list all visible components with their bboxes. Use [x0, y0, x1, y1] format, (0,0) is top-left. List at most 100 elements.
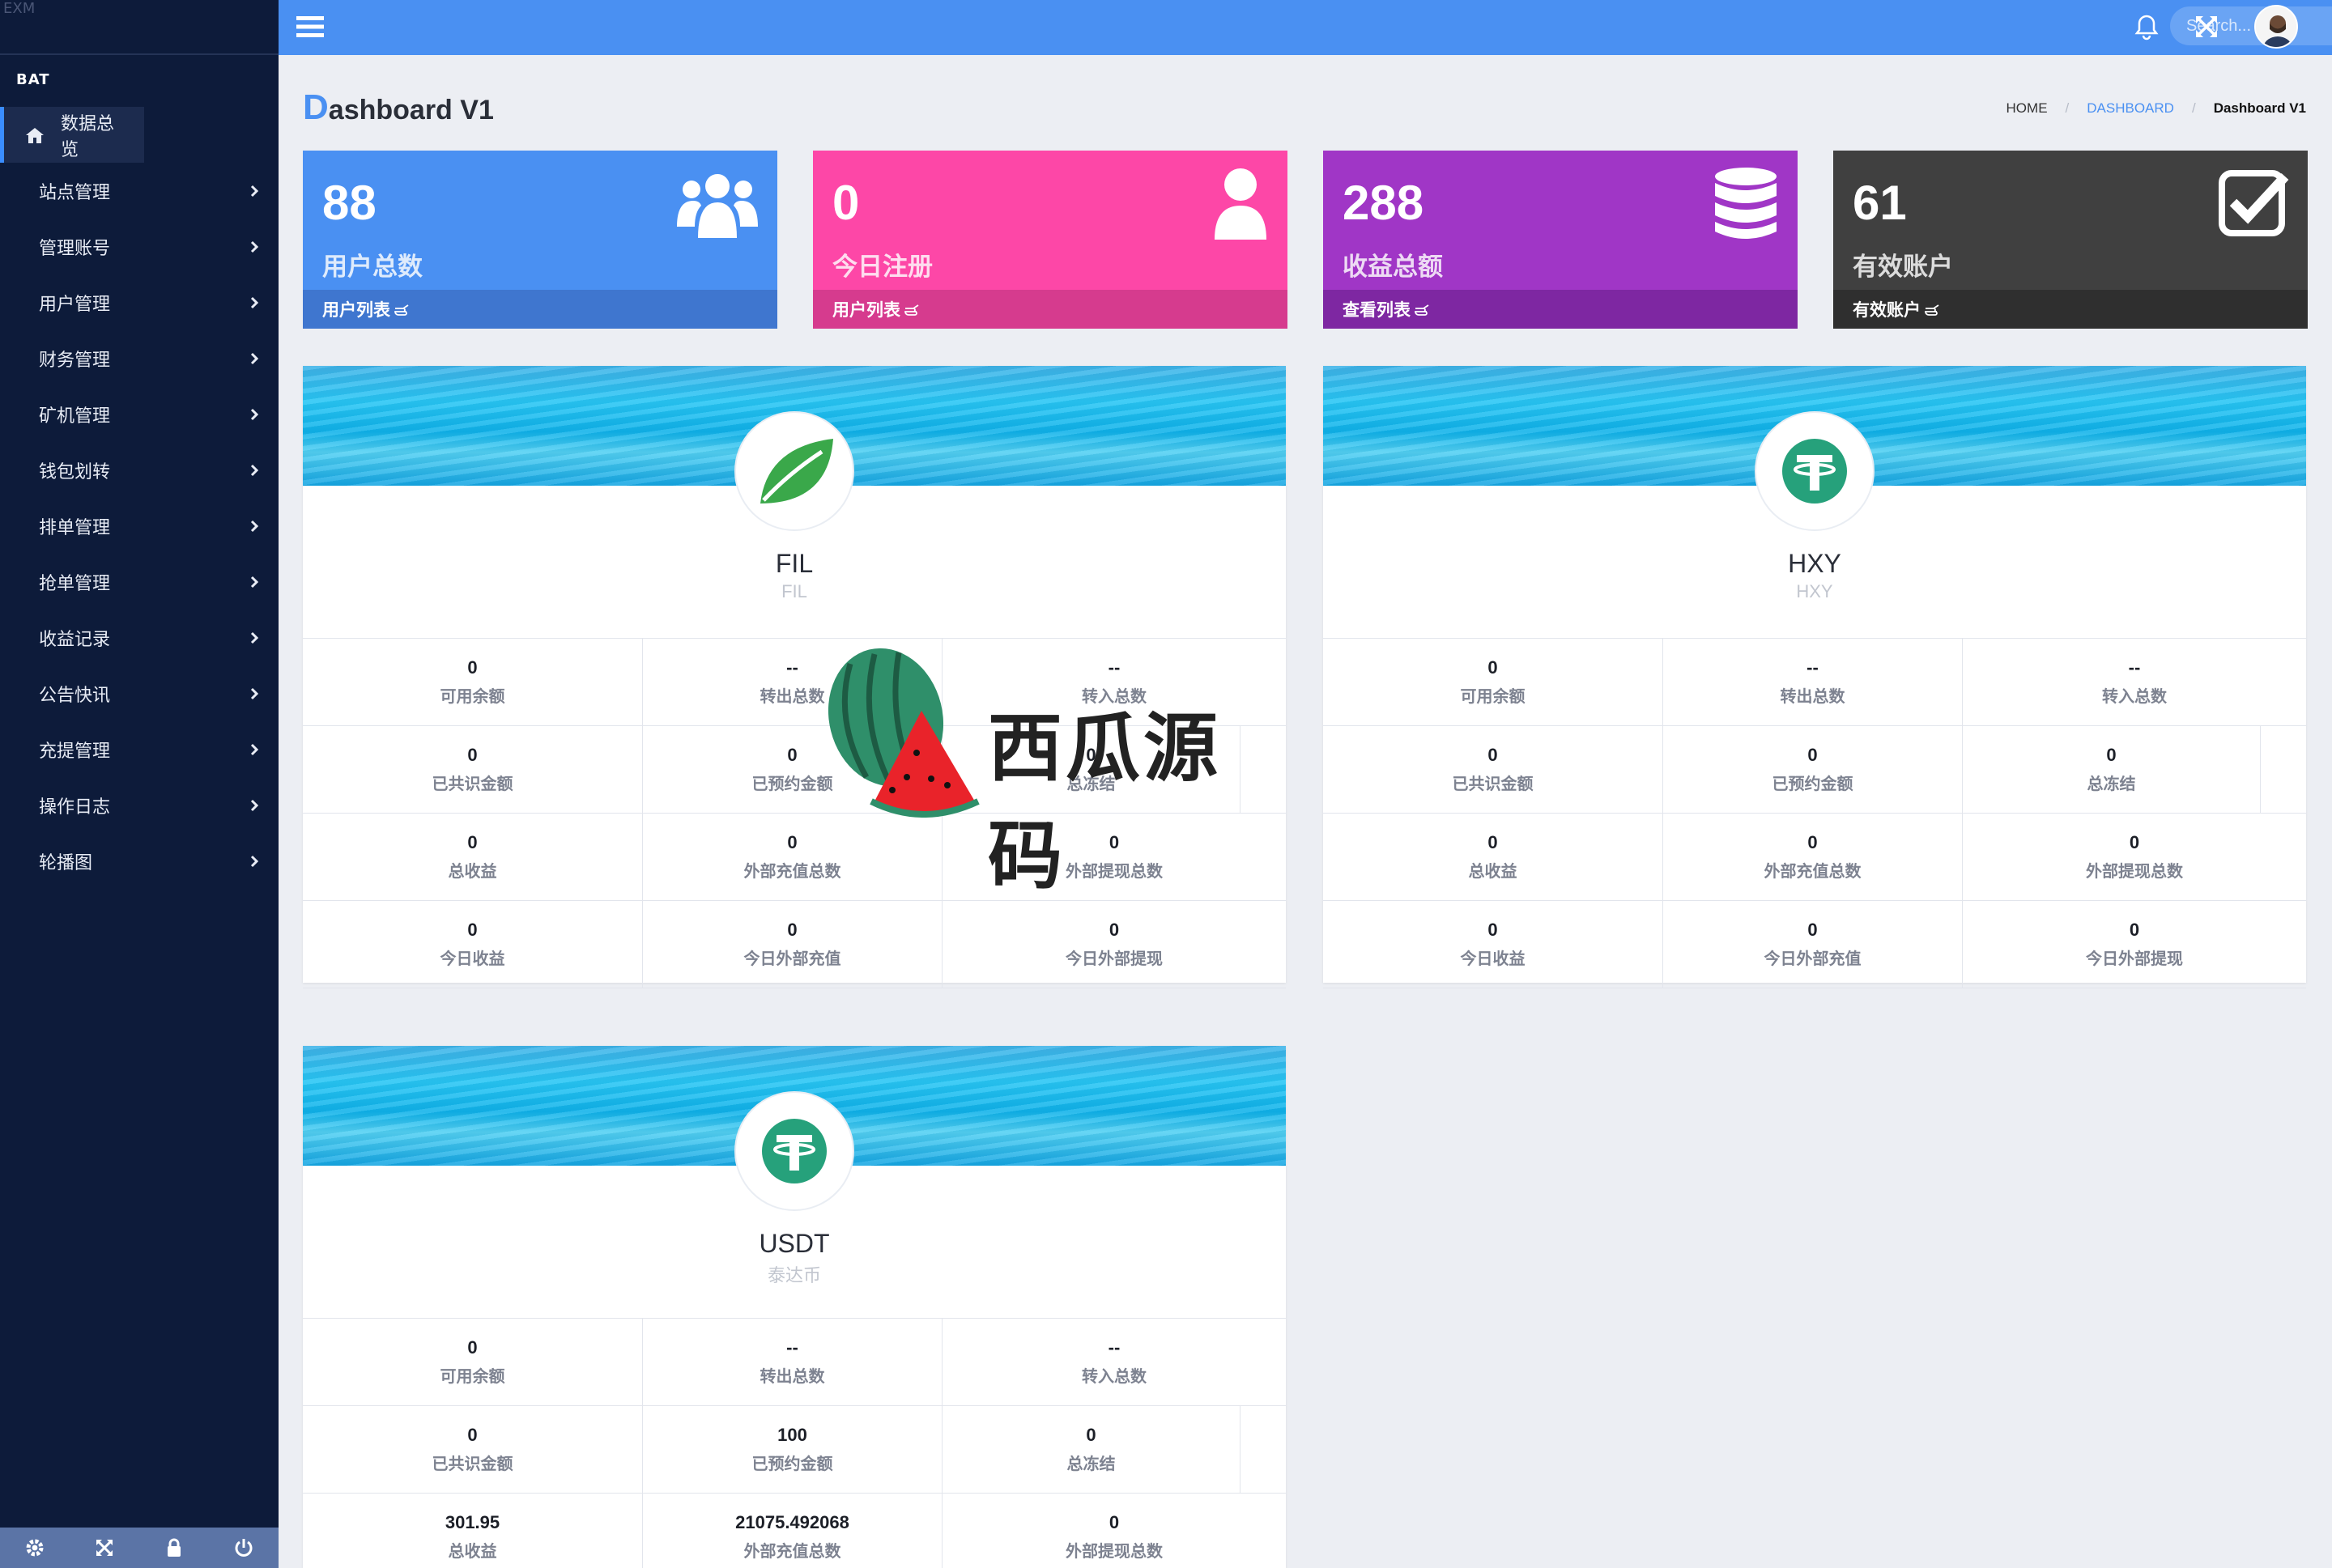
sidebar-item-wallet-transfer[interactable]: 钱包划转 — [0, 442, 279, 498]
cell-label: 外部充值总数 — [743, 861, 841, 881]
bell-icon[interactable] — [2133, 13, 2160, 40]
watermark-text: 西瓜源码 — [988, 705, 1222, 899]
cell-value: 0 — [1807, 920, 1818, 940]
sidebar-item-announcements[interactable]: 公告快讯 — [0, 665, 279, 721]
sidebar-item-earnings[interactable]: 收益记录 — [0, 610, 279, 665]
stat-cell: 0 今日外部充值 — [643, 901, 943, 988]
coin-subtitle: FIL — [781, 581, 807, 601]
cell-value: 0 — [1487, 832, 1498, 852]
cell-value: 0 — [2129, 832, 2140, 852]
coin-name: FIL — [775, 549, 814, 578]
coin-name: HXY — [1788, 549, 1841, 578]
stat-cell: 301.95 总收益 — [303, 1494, 643, 1568]
cell-value: 0 — [1487, 657, 1498, 678]
gear-icon[interactable] — [24, 1537, 45, 1558]
cell-label: 可用余额 — [440, 1366, 505, 1386]
stat-title: 收益总额 — [1343, 253, 1443, 282]
stat-value: 0 — [832, 176, 860, 230]
stat-cell: 0 今日外部充值 — [1663, 901, 1963, 988]
hand-pointer-icon — [1925, 304, 1939, 316]
chevron-right-icon — [250, 631, 259, 644]
stat-cell: 0 可用余额 — [1323, 639, 1663, 725]
sidebar-item-admin[interactable]: 管理账号 — [0, 219, 279, 274]
tether-icon — [762, 1119, 827, 1183]
cell-value: 100 — [777, 1425, 807, 1445]
stat-card-active-accounts: 61 有效账户 有效账户 — [1833, 151, 2308, 329]
stat-cell: 0 已共识金额 — [303, 1406, 643, 1493]
brand-label: BAT — [16, 71, 50, 88]
avatar[interactable] — [2254, 5, 2298, 49]
sidebar-item-users[interactable]: 用户管理 — [0, 274, 279, 330]
sidebar-item-logs[interactable]: 操作日志 — [0, 777, 279, 833]
database-icon — [1715, 168, 1777, 239]
stat-footer-link[interactable]: 用户列表 — [303, 290, 777, 329]
cell-value: 0 — [2106, 745, 2117, 765]
topbar — [279, 0, 2332, 55]
menu-icon[interactable] — [296, 15, 324, 39]
stat-title: 有效账户 — [1853, 253, 1953, 282]
sidebar-item-site[interactable]: 站点管理 — [0, 163, 279, 219]
sidebar-item-overview[interactable]: 数据总览 — [0, 107, 144, 163]
breadcrumb-separator: / — [2065, 100, 2070, 116]
cell-value: 0 — [1109, 1512, 1120, 1532]
stat-cell: -- 转入总数 — [943, 1319, 1286, 1405]
stat-footer-link[interactable]: 用户列表 — [813, 290, 1287, 329]
chevron-right-icon — [250, 855, 259, 867]
fullscreen-icon[interactable] — [2193, 13, 2220, 40]
checkbox-icon — [2219, 170, 2289, 236]
cell-value: 0 — [467, 920, 478, 940]
stat-cell: 0 总收益 — [303, 814, 643, 900]
cell-label: 今日外部提现 — [1066, 949, 1163, 968]
sidebar-nav: 数据总览 站点管理 管理账号 用户管理 财务管理 矿机管理 钱包划转 排单管理 … — [0, 107, 279, 889]
fullscreen-icon[interactable] — [94, 1537, 115, 1558]
breadcrumb-home[interactable]: HOME — [2006, 100, 2048, 117]
power-icon[interactable] — [233, 1537, 254, 1558]
sidebar-item-label: 财务管理 — [39, 350, 111, 371]
cell-label: 转入总数 — [1082, 1366, 1147, 1386]
chevron-right-icon — [250, 464, 259, 476]
chevron-right-icon — [250, 408, 259, 420]
stat-footer-link[interactable]: 有效账户 — [1833, 290, 2308, 329]
stat-footer-link[interactable]: 查看列表 — [1323, 290, 1798, 329]
cell-value: 0 — [1807, 745, 1818, 765]
coin-name: USDT — [759, 1229, 830, 1258]
breadcrumb-dashboard[interactable]: DASHBOARD — [2087, 100, 2174, 117]
coin-stats-row: 0 今日收益 0 今日外部充值 0 今日外部提现 — [1323, 901, 2306, 988]
cell-label: 总冻结 — [2087, 774, 2136, 793]
cell-value: 0 — [1086, 1425, 1096, 1445]
cell-label: 总收益 — [448, 861, 497, 881]
coin-logo — [734, 411, 854, 531]
cell-label: 外部充值总数 — [743, 1541, 841, 1561]
stat-cell: 0 外部充值总数 — [1663, 814, 1963, 900]
cell-value: -- — [1108, 1337, 1121, 1358]
watermark: 西瓜源码 — [818, 640, 1271, 899]
sidebar-item-grab-orders[interactable]: 抢单管理 — [0, 554, 279, 610]
cell-label: 已共识金额 — [1452, 774, 1534, 793]
cell-value: 0 — [467, 657, 478, 678]
coin-logo — [1755, 411, 1875, 531]
sidebar-item-deposit-withdraw[interactable]: 充提管理 — [0, 721, 279, 777]
stat-cell: 0 可用余额 — [303, 639, 643, 725]
sidebar-item-finance[interactable]: 财务管理 — [0, 330, 279, 386]
watermelon-icon — [828, 648, 980, 818]
stat-value: 88 — [322, 176, 377, 230]
coin-stats-row: 0 可用余额 -- 转出总数 -- 转入总数 — [1323, 639, 2306, 726]
chevron-right-icon — [250, 296, 259, 308]
cell-label: 总收益 — [1468, 861, 1517, 881]
cell-label: 今日收益 — [440, 949, 505, 968]
cell-value: 0 — [467, 832, 478, 852]
cell-value: -- — [1806, 657, 1819, 678]
cell-value: 0 — [1487, 920, 1498, 940]
sidebar-item-miners[interactable]: 矿机管理 — [0, 386, 279, 442]
lock-icon[interactable] — [164, 1537, 185, 1558]
stat-value: 288 — [1343, 176, 1424, 230]
stat-value: 61 — [1853, 176, 1907, 230]
stat-cell: 0 今日收益 — [1323, 901, 1663, 988]
sidebar-item-carousel[interactable]: 轮播图 — [0, 833, 279, 889]
stat-footer-label: 有效账户 — [1853, 300, 1921, 320]
sidebar: EXM BAT 数据总览 站点管理 管理账号 用户管理 财务管理 矿机管理 钱包… — [0, 0, 279, 1568]
sidebar-item-label: 操作日志 — [39, 797, 111, 818]
cell-label: 已预约金额 — [751, 1454, 833, 1473]
sidebar-item-label: 排单管理 — [39, 517, 111, 538]
sidebar-item-queue-orders[interactable]: 排单管理 — [0, 498, 279, 554]
